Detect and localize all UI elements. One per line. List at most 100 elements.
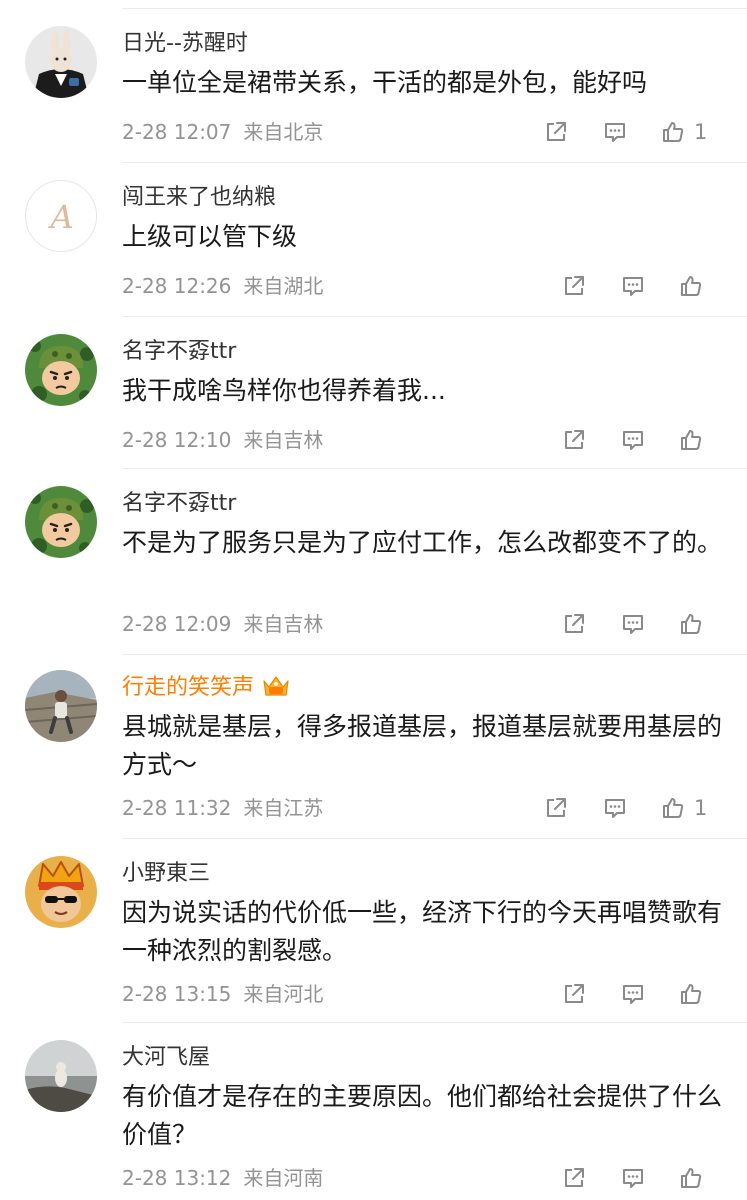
avatar[interactable] <box>25 856 97 928</box>
like-button[interactable] <box>678 1164 704 1192</box>
comment-button[interactable] <box>620 1164 646 1192</box>
svg-text:A: A <box>47 198 73 236</box>
share-icon <box>565 276 584 295</box>
comment-button[interactable] <box>620 426 646 454</box>
comment-location: 来自北京 <box>243 120 324 144</box>
comment-actions <box>515 272 725 300</box>
comment-meta: 2-28 12:26 来自湖北 <box>122 274 323 298</box>
comment-time: 2-28 12:07 <box>122 120 232 144</box>
avatar[interactable] <box>25 486 97 558</box>
user-name[interactable]: 日光--苏醒时 <box>122 30 248 58</box>
letter-avatar-icon: A <box>26 181 96 251</box>
comment-meta: 2-28 11:32 来自江苏 <box>122 796 323 820</box>
comment-button[interactable] <box>602 118 628 146</box>
comment-text: 不是为了服务只是为了应付工作，怎么改都变不了的。 <box>122 528 723 557</box>
share-button[interactable] <box>561 980 587 1008</box>
cartoon-soldier-avatar-icon <box>25 486 97 558</box>
share-icon <box>565 430 584 449</box>
comment-text: 一单位全是裙带关系，干活的都是外包，能好吗 <box>122 68 648 97</box>
cliff-photo-avatar-icon <box>25 1040 97 1112</box>
comment-button[interactable] <box>620 272 646 300</box>
user-name[interactable]: 行走的笑笑声 <box>122 675 254 700</box>
share-button[interactable] <box>561 272 587 300</box>
avatar[interactable] <box>25 1040 97 1112</box>
thumbs-up-icon <box>681 430 702 450</box>
divider <box>122 316 747 317</box>
divider <box>122 162 747 163</box>
comment-actions <box>515 980 725 1008</box>
comment-meta: 2-28 13:15 来自河北 <box>122 982 323 1006</box>
great-wall-photo-avatar-icon <box>25 670 97 742</box>
vip-crown-badge-icon <box>260 673 292 699</box>
comment-icon <box>623 1169 643 1188</box>
comment-location: 来自江苏 <box>243 796 324 820</box>
comment-meta: 2-28 13:12 来自河南 <box>122 1166 323 1190</box>
share-icon <box>565 984 584 1003</box>
comment-location: 来自河南 <box>243 1166 324 1190</box>
divider <box>122 1022 747 1023</box>
like-button[interactable]: 1 <box>660 794 707 822</box>
comment-actions <box>515 1164 725 1192</box>
like-button[interactable] <box>678 426 704 454</box>
share-button[interactable] <box>543 794 569 822</box>
avatar[interactable] <box>25 334 97 406</box>
thumbs-up-icon <box>681 276 702 296</box>
comment-actions <box>515 610 725 638</box>
comment-button[interactable] <box>620 980 646 1008</box>
comment-location: 来自湖北 <box>243 274 324 298</box>
avatar[interactable]: A <box>25 180 97 252</box>
comment-text: 因为说实话的代价低一些，经济下行的今天再唱赞歌有一种浓烈的割裂感。 <box>122 898 723 965</box>
comment-meta: 2-28 12:07 来自北京 <box>122 120 323 144</box>
comment-text: 我干成啥鸟样你也得养着我... <box>122 376 446 405</box>
comment-location: 来自吉林 <box>243 428 324 452</box>
comment-time: 2-28 11:32 <box>122 796 232 820</box>
avatar[interactable] <box>25 26 97 98</box>
comment-button[interactable] <box>602 794 628 822</box>
share-button[interactable] <box>561 1164 587 1192</box>
comment-time: 2-28 12:10 <box>122 428 232 452</box>
user-name[interactable]: 大河飞屋 <box>122 1044 210 1072</box>
user-name[interactable]: 名字不孬ttr <box>122 490 236 518</box>
like-count: 1 <box>694 120 708 144</box>
share-icon <box>547 122 566 141</box>
avatar[interactable] <box>25 670 97 742</box>
thumbs-up-icon <box>681 984 702 1004</box>
divider <box>122 838 747 839</box>
like-count: 1 <box>694 796 708 820</box>
comment-text: 上级可以管下级 <box>122 222 298 251</box>
like-button[interactable] <box>678 610 704 638</box>
comment-icon <box>605 123 625 142</box>
share-icon <box>565 1168 584 1187</box>
comment-icon <box>605 799 625 818</box>
like-button[interactable] <box>678 272 704 300</box>
user-name[interactable]: 名字不孬ttr <box>122 338 236 366</box>
divider <box>122 8 747 9</box>
cartoon-soldier-avatar-icon <box>25 334 97 406</box>
share-button[interactable] <box>561 426 587 454</box>
share-button[interactable] <box>561 610 587 638</box>
comment-time: 2-28 12:26 <box>122 274 232 298</box>
comment-actions: 1 <box>515 794 725 822</box>
comment-button[interactable] <box>620 610 646 638</box>
comment-icon <box>623 615 643 634</box>
comment-actions <box>515 426 725 454</box>
comment-time: 2-28 12:09 <box>122 612 232 636</box>
comment-meta: 2-28 12:09 来自吉林 <box>122 612 323 636</box>
divider <box>122 468 747 469</box>
comment-actions: 1 <box>515 118 725 146</box>
share-button[interactable] <box>543 118 569 146</box>
divider <box>122 654 747 655</box>
comment-location: 来自吉林 <box>243 612 324 636</box>
comment-time: 2-28 13:15 <box>122 982 232 1006</box>
like-button[interactable]: 1 <box>660 118 707 146</box>
comment-time: 2-28 13:12 <box>122 1166 232 1190</box>
user-name[interactable]: 闯王来了也纳粮 <box>122 184 276 212</box>
user-name-vip[interactable]: 行走的笑笑声 <box>122 674 292 702</box>
user-name[interactable]: 小野東三 <box>122 860 210 888</box>
comment-icon <box>623 985 643 1004</box>
thumbs-up-icon <box>681 1168 702 1188</box>
like-button[interactable] <box>678 980 704 1008</box>
thumbs-up-icon <box>663 122 684 142</box>
share-icon <box>565 614 584 633</box>
tuxedo-rabbit-avatar-icon <box>25 26 97 98</box>
